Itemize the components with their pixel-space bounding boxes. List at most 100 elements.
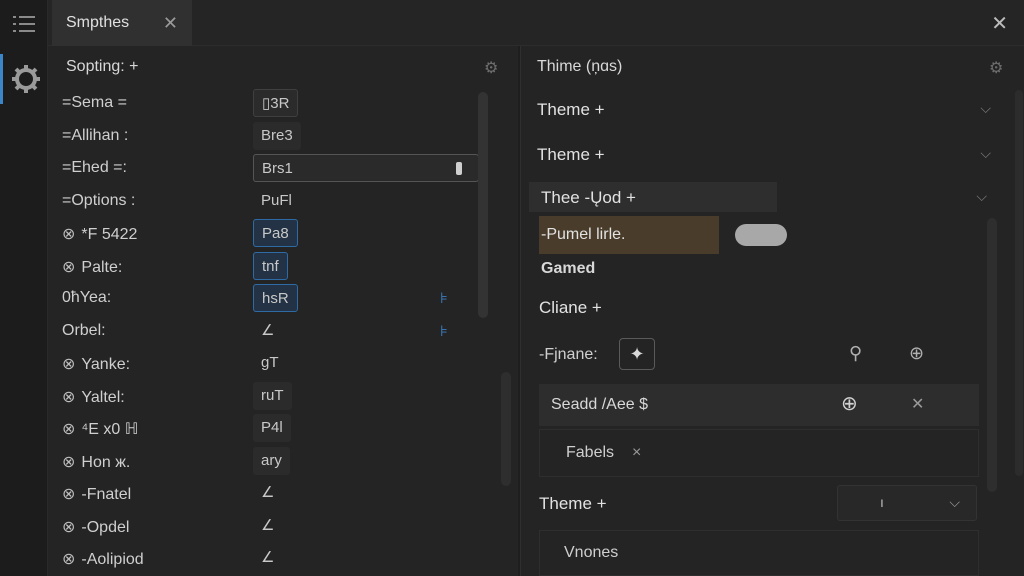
setting-value-text: ∠ bbox=[261, 549, 275, 566]
setting-label: ⊗ ⁴E x0 ℍ bbox=[62, 419, 138, 439]
setting-label-text: =Allihan : bbox=[62, 126, 129, 144]
setting-row[interactable]: ⊗ ⁴E x0 ℍ P4l bbox=[48, 413, 518, 445]
setting-label-text: *F 5422 bbox=[81, 226, 138, 243]
left-scrollbar-lower[interactable] bbox=[501, 372, 511, 486]
setting-value-text: ruT bbox=[261, 386, 284, 404]
download-icon[interactable]: ⊕ bbox=[841, 391, 858, 416]
tab-close-icon[interactable]: ✕ bbox=[163, 13, 178, 34]
left-panel-header: Sopting: + bbox=[66, 58, 139, 75]
search-row[interactable]: Seadd /Aee $ ⊕ ✕ bbox=[539, 384, 979, 426]
setting-value[interactable]: P4l bbox=[253, 414, 291, 442]
chevron-down-icon[interactable]: ⌵ bbox=[980, 145, 991, 162]
setting-value[interactable]: ary bbox=[253, 446, 290, 475]
setting-label: ⊗ Yanke: bbox=[62, 354, 130, 374]
edit-icon[interactable]: ∠ bbox=[253, 512, 282, 540]
setting-label: ⊗ -Opdel bbox=[62, 517, 129, 537]
claine-label: Cliane + bbox=[539, 298, 602, 317]
left-scrollbar[interactable] bbox=[478, 92, 488, 318]
setting-value[interactable]: Brs1 bbox=[253, 154, 479, 182]
pin-icon[interactable]: ⊧ bbox=[440, 289, 448, 307]
edit-icon[interactable]: ∠ bbox=[253, 544, 282, 572]
setting-row[interactable]: ⊗ -Opdel ∠ bbox=[48, 511, 518, 543]
sparkle-button[interactable]: ✦ bbox=[619, 338, 655, 370]
setting-value-text: gT bbox=[261, 354, 279, 371]
setting-value-text: PuFl bbox=[261, 191, 292, 209]
edit-icon[interactable]: ∠ bbox=[253, 479, 282, 507]
setting-value-text: ▯3R bbox=[262, 95, 290, 112]
theme-row[interactable]: Theme + ⌵ bbox=[521, 135, 1001, 175]
chevron-down-icon[interactable]: ⌵ bbox=[980, 100, 991, 117]
right-scrollbar-edge[interactable] bbox=[1015, 90, 1023, 476]
gear-icon[interactable]: ⚙ bbox=[484, 58, 498, 78]
setting-row[interactable]: ⊗ -Fnatel ∠ bbox=[48, 478, 518, 510]
setting-row[interactable]: ⊗ -Aolipiod ∠ bbox=[48, 543, 518, 575]
right-scrollbar[interactable] bbox=[987, 218, 997, 492]
setting-value-text: ∠ bbox=[261, 516, 275, 534]
setting-value-text: Pa8 bbox=[262, 225, 289, 242]
setting-value[interactable]: PuFl bbox=[253, 187, 300, 215]
right-panel-header: Thime (ņɑs) bbox=[537, 58, 623, 75]
setting-value[interactable]: ruT bbox=[253, 381, 292, 410]
edit-icon[interactable]: ∠ bbox=[253, 317, 282, 345]
setting-row[interactable]: =Options : PuFl bbox=[48, 186, 518, 218]
tab-smpthes[interactable]: Smpthes ✕ bbox=[52, 0, 192, 46]
settings-button[interactable] bbox=[0, 54, 48, 104]
setting-row[interactable]: 0ħYea: hsR ⊧ bbox=[48, 283, 518, 315]
setting-label-text: 0ħYea: bbox=[62, 289, 112, 306]
no-entry-icon: ⊗ bbox=[62, 551, 76, 568]
setting-label-text: ⁴E x0 ℍ bbox=[81, 421, 139, 438]
setting-row[interactable]: ⊗ Yanke: gT bbox=[48, 348, 518, 380]
search-icon[interactable]: ⚲ bbox=[849, 343, 862, 364]
setting-row[interactable]: ⊗ Hon ж. ary bbox=[48, 446, 518, 478]
chevron-down-icon[interactable]: ⌵ bbox=[976, 188, 987, 205]
theme-bottom-label: Theme + bbox=[539, 494, 607, 513]
settings-list-panel: Sopting: + ⚙ =Sema = ▯3R =Allihan : Bre3 =Eh… bbox=[48, 46, 518, 576]
no-entry-icon: ⊗ bbox=[62, 356, 76, 373]
setting-value[interactable]: hsR bbox=[253, 284, 298, 312]
setting-row[interactable]: =Ehed =: Brs1 bbox=[48, 153, 518, 185]
pin-icon[interactable]: ⊧ bbox=[440, 322, 448, 340]
setting-label: ⊗ Hon ж. bbox=[62, 452, 130, 472]
scroll-knob[interactable] bbox=[456, 162, 462, 175]
setting-row[interactable]: ⊗ Yaltel: ruT bbox=[48, 381, 518, 413]
gear-icon[interactable]: ⚙ bbox=[989, 58, 1003, 78]
setting-value-text: ∠ bbox=[261, 321, 275, 339]
setting-row[interactable]: ⊗ *F 5422 Pa8 bbox=[48, 218, 518, 250]
toggle-switch[interactable] bbox=[735, 224, 787, 246]
gamed-label: Gamed bbox=[541, 260, 596, 277]
setting-value-text: P4l bbox=[261, 419, 283, 436]
setting-label: ⊗ -Aolipiod bbox=[62, 549, 144, 569]
setting-row[interactable]: Orbel: ∠ ⊧ bbox=[48, 316, 518, 348]
info-icon[interactable]: ⊕ bbox=[909, 343, 924, 364]
setting-label-text: -Fnatel bbox=[81, 486, 132, 503]
setting-label: =Ehed =: bbox=[62, 159, 127, 177]
theme-row[interactable]: Theme + ⌵ bbox=[521, 90, 1001, 130]
fabels-close-icon[interactable]: × bbox=[632, 444, 641, 462]
vnones-box[interactable]: Vnones bbox=[539, 530, 979, 576]
fname-label: -Fjnane: bbox=[539, 346, 598, 363]
setting-value[interactable]: Pa8 bbox=[253, 219, 298, 247]
no-entry-icon: ⊗ bbox=[62, 518, 76, 536]
setting-value-text: ary bbox=[261, 451, 282, 469]
setting-value[interactable]: ▯3R bbox=[253, 89, 299, 117]
no-entry-icon: ⊗ bbox=[62, 258, 76, 276]
setting-value[interactable]: tnf bbox=[253, 251, 288, 280]
setting-value-text: ∠ bbox=[261, 484, 275, 501]
theme-row-selected[interactable]: Thee -Ųod + ⌵ bbox=[521, 180, 1001, 220]
highlight-field-label: -Pumel lirle. bbox=[541, 226, 626, 243]
highlight-field[interactable]: -Pumel lirle. bbox=[539, 216, 719, 254]
setting-row[interactable]: =Sema = ▯3R bbox=[48, 88, 518, 120]
no-entry-icon: ⊗ bbox=[62, 486, 76, 503]
close-icon[interactable]: ✕ bbox=[991, 11, 1008, 36]
setting-value[interactable]: gT bbox=[253, 349, 287, 377]
setting-value[interactable]: Bre3 bbox=[253, 121, 301, 150]
theme-select[interactable]: ı ⌵ bbox=[837, 485, 977, 521]
setting-row[interactable]: ⊗ Palte: tnf bbox=[48, 251, 518, 283]
explorer-button[interactable] bbox=[0, 0, 48, 48]
no-entry-icon: ⊗ bbox=[62, 226, 76, 243]
setting-row[interactable]: =Allihan : Bre3 bbox=[48, 121, 518, 153]
close-icon[interactable]: ✕ bbox=[911, 394, 924, 414]
fabels-box[interactable]: Fabels × bbox=[539, 429, 979, 477]
setting-label: =Options : bbox=[62, 192, 135, 210]
setting-label: =Allihan : bbox=[62, 127, 128, 145]
